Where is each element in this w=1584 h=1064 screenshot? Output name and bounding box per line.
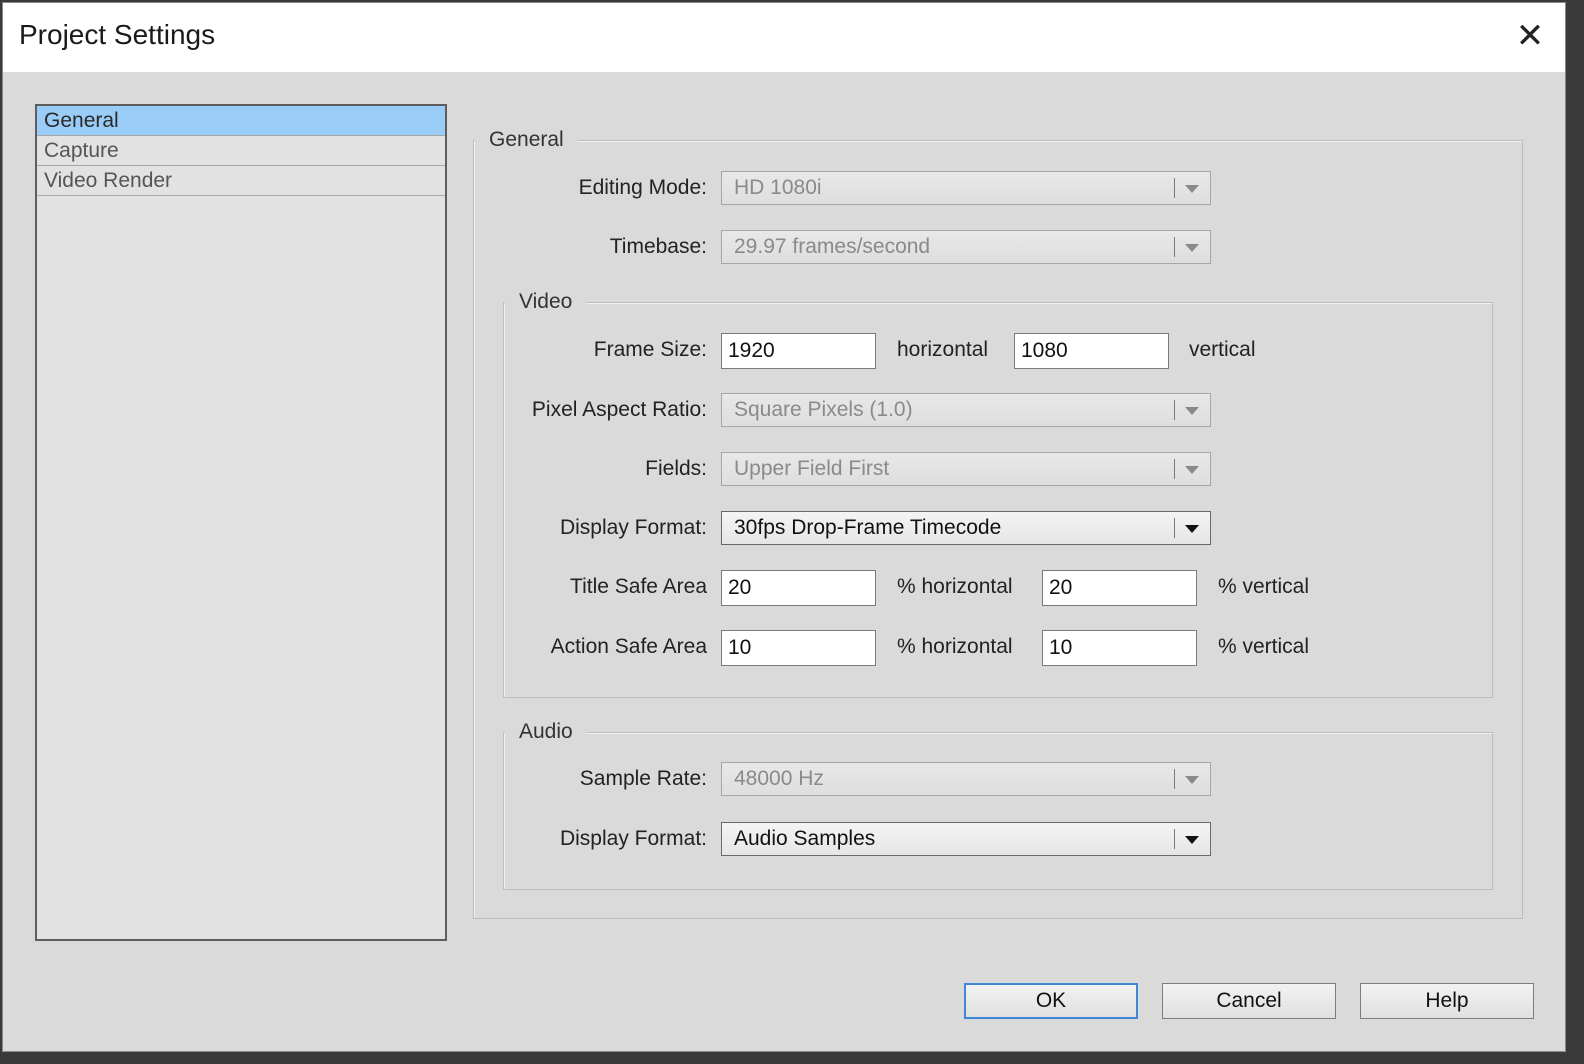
chevron-down-icon — [1185, 776, 1199, 784]
action-safe-horizontal-label: % horizontal — [897, 635, 1013, 658]
frame-size-vertical-label: vertical — [1189, 338, 1256, 361]
action-safe-vertical-input[interactable] — [1042, 630, 1197, 666]
category-list: General Capture Video Render — [35, 104, 447, 941]
frame-size-vertical-input[interactable] — [1014, 333, 1169, 369]
cancel-button[interactable]: Cancel — [1162, 983, 1336, 1019]
chevron-down-icon — [1185, 836, 1199, 844]
video-group-legend: Video — [505, 290, 587, 314]
frame-size-horizontal-label: horizontal — [897, 338, 989, 361]
editing-mode-select[interactable]: HD 1080i — [721, 171, 1211, 205]
close-icon[interactable]: ✕ — [1509, 15, 1551, 57]
editing-mode-label: Editing Mode: — [578, 176, 707, 199]
audio-group — [503, 732, 1493, 890]
title-safe-area-label: Title Safe Area — [570, 575, 707, 598]
general-group-legend: General — [475, 128, 578, 152]
category-item-capture[interactable]: Capture — [37, 136, 445, 166]
dropdown-separator — [1174, 178, 1175, 198]
audio-display-format-select[interactable]: Audio Samples — [721, 822, 1211, 856]
dropdown-separator — [1174, 459, 1175, 479]
chevron-down-icon — [1185, 407, 1199, 415]
dropdown-separator — [1174, 769, 1175, 789]
title-safe-horizontal-input[interactable] — [721, 570, 876, 606]
dialog-title: Project Settings — [19, 19, 216, 50]
pixel-aspect-ratio-select[interactable]: Square Pixels (1.0) — [721, 393, 1211, 427]
chevron-down-icon — [1185, 466, 1199, 474]
frame-size-horizontal-input[interactable] — [721, 333, 876, 369]
audio-display-format-value: Audio Samples — [734, 827, 876, 850]
title-safe-vertical-input[interactable] — [1042, 570, 1197, 606]
fields-value: Upper Field First — [734, 457, 890, 480]
action-safe-vertical-label: % vertical — [1218, 635, 1310, 658]
help-button[interactable]: Help — [1360, 983, 1534, 1019]
fields-select[interactable]: Upper Field First — [721, 452, 1211, 486]
project-settings-dialog: Project Settings ✕ General Capture Video… — [2, 2, 1566, 1052]
video-display-format-label: Display Format: — [559, 516, 707, 539]
video-display-format-select[interactable]: 30fps Drop-Frame Timecode — [721, 511, 1211, 545]
video-display-format-value: 30fps Drop-Frame Timecode — [734, 516, 1002, 539]
chevron-down-icon — [1185, 525, 1199, 533]
action-safe-horizontal-input[interactable] — [721, 630, 876, 666]
title-safe-vertical-label: % vertical — [1218, 575, 1310, 598]
dropdown-separator — [1174, 518, 1175, 538]
dropdown-separator — [1174, 829, 1175, 849]
title-bar: Project Settings ✕ — [3, 3, 1565, 72]
dropdown-separator — [1174, 400, 1175, 420]
ok-button[interactable]: OK — [964, 983, 1138, 1019]
frame-size-label: Frame Size: — [593, 338, 707, 361]
action-safe-area-label: Action Safe Area — [550, 635, 707, 658]
sample-rate-value: 48000 Hz — [734, 767, 824, 790]
fields-label: Fields: — [645, 457, 707, 480]
timebase-label: Timebase: — [609, 235, 707, 258]
pixel-aspect-ratio-value: Square Pixels (1.0) — [734, 398, 913, 421]
chevron-down-icon — [1185, 185, 1199, 193]
sample-rate-label: Sample Rate: — [579, 767, 707, 790]
editing-mode-value: HD 1080i — [734, 176, 822, 199]
category-item-general[interactable]: General — [37, 106, 445, 136]
timebase-value: 29.97 frames/second — [734, 235, 931, 258]
audio-group-legend: Audio — [505, 720, 587, 744]
pixel-aspect-ratio-label: Pixel Aspect Ratio: — [531, 398, 707, 421]
sample-rate-select[interactable]: 48000 Hz — [721, 762, 1211, 796]
title-safe-horizontal-label: % horizontal — [897, 575, 1013, 598]
category-item-video-render[interactable]: Video Render — [37, 166, 445, 196]
chevron-down-icon — [1185, 244, 1199, 252]
dropdown-separator — [1174, 237, 1175, 257]
timebase-select[interactable]: 29.97 frames/second — [721, 230, 1211, 264]
audio-display-format-label: Display Format: — [559, 827, 707, 850]
